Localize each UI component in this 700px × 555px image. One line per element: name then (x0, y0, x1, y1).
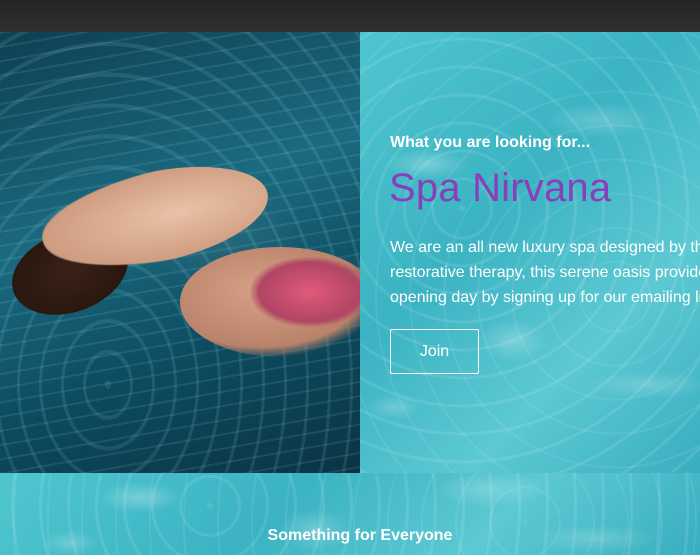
section-something-for-everyone: Something for Everyone (0, 473, 700, 555)
join-button[interactable]: Join (390, 329, 479, 374)
description-line: We are an all new luxury spa designed by… (390, 239, 700, 256)
swimsuit (250, 257, 360, 327)
hero-photo (0, 32, 360, 473)
hero-title: Spa Nirvana (389, 166, 612, 210)
hero-content: What you are looking for... Spa Nirvana … (360, 32, 700, 473)
hero-description: We are an all new luxury spa designed by… (390, 235, 700, 310)
description-line: restorative therapy, this serene oasis p… (390, 264, 700, 281)
top-bar (0, 0, 700, 32)
hero-eyebrow: What you are looking for... (390, 134, 591, 151)
section-title: Something for Everyone (267, 527, 453, 544)
description-line: opening day by signing up for our emaili… (390, 289, 700, 306)
